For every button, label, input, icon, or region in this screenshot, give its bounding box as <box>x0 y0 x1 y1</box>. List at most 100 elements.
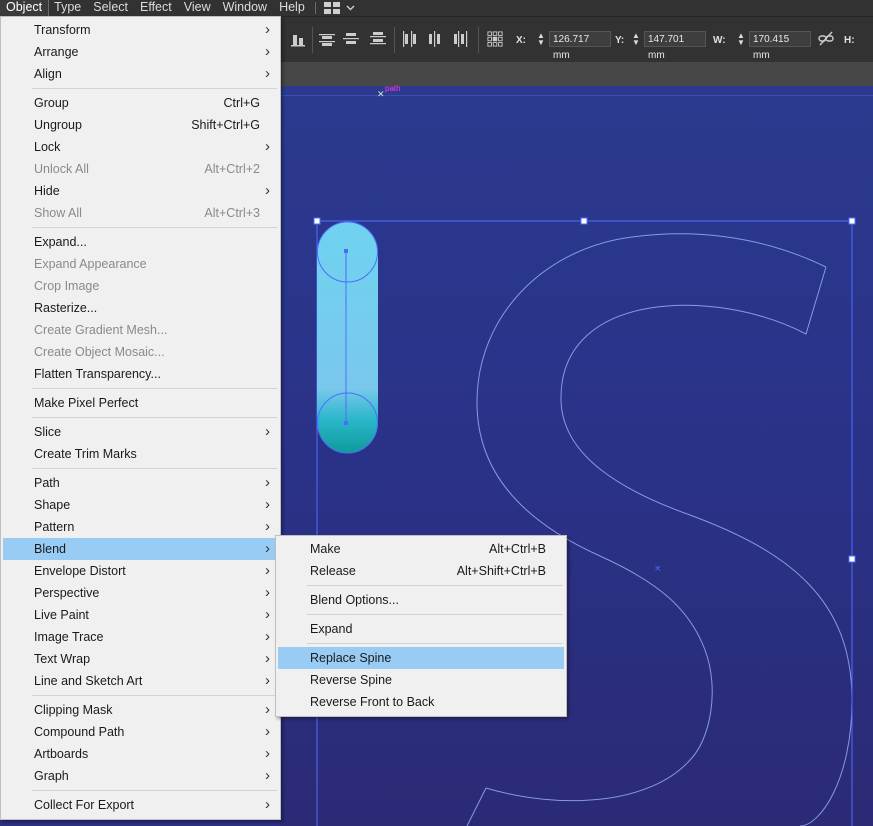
menu-item-label: Create Gradient Mesh... <box>34 323 168 337</box>
menu-item-label: Clipping Mask <box>34 703 113 717</box>
menu-item-label: Transform <box>34 23 91 37</box>
menu-item-label: Shape <box>34 498 71 512</box>
menu-divider <box>32 88 277 89</box>
menu-item-artboards[interactable]: Artboards › <box>3 743 278 765</box>
menu-item-label: Make Pixel Perfect <box>34 396 139 410</box>
menu-item-label: Flatten Transparency... <box>34 367 161 381</box>
menu-divider <box>32 790 277 791</box>
menu-item-hide[interactable]: Hide › <box>3 180 278 202</box>
menu-item-shortcut: Alt+Ctrl+B <box>489 542 546 556</box>
menu-item-label: Hide <box>34 184 60 198</box>
menu-item-group[interactable]: Group Ctrl+G <box>3 92 278 114</box>
chevron-right-icon: › <box>265 518 270 535</box>
menu-divider <box>32 227 277 228</box>
blend-item-release[interactable]: Release Alt+Shift+Ctrl+B <box>278 560 564 582</box>
menu-item-arrange[interactable]: Arrange › <box>3 41 278 63</box>
menu-item-clipping-mask[interactable]: Clipping Mask › <box>3 699 278 721</box>
menu-item-shortcut: Ctrl+G <box>223 96 260 110</box>
chevron-right-icon: › <box>265 21 270 38</box>
menu-item-label: Expand Appearance <box>34 257 147 271</box>
menu-item-label: Envelope Distort <box>34 564 126 578</box>
blend-item-make[interactable]: Make Alt+Ctrl+B <box>278 538 564 560</box>
menu-item-label: Rasterize... <box>34 301 98 315</box>
menu-item-compound-path[interactable]: Compound Path › <box>3 721 278 743</box>
blend-object[interactable] <box>317 222 378 453</box>
menu-item-label: Crop Image <box>34 279 100 293</box>
menu-item-label: Path <box>34 476 60 490</box>
blend-item-blend-options[interactable]: Blend Options... <box>278 589 564 611</box>
menu-divider <box>307 643 563 644</box>
menu-item-create-object-mosaic: Create Object Mosaic... <box>3 341 278 363</box>
menu-item-label: Blend <box>34 542 66 556</box>
menu-item-make-pixel-perfect[interactable]: Make Pixel Perfect <box>3 392 278 414</box>
menu-item-ungroup[interactable]: Ungroup Shift+Ctrl+G <box>3 114 278 136</box>
bbox-handle-top-left[interactable] <box>313 217 321 225</box>
menu-item-label: Compound Path <box>34 725 125 739</box>
bbox-handle-middle-right[interactable] <box>848 555 856 563</box>
blend-item-reverse-spine[interactable]: Reverse Spine <box>278 669 564 691</box>
menu-divider <box>32 468 277 469</box>
menu-item-label: Blend Options... <box>310 593 399 607</box>
menu-item-text-wrap[interactable]: Text Wrap › <box>3 648 278 670</box>
menu-item-label: Group <box>34 96 69 110</box>
menu-divider <box>32 695 277 696</box>
blend-submenu: Make Alt+Ctrl+B Release Alt+Shift+Ctrl+B Ble… <box>275 535 567 717</box>
menu-item-shortcut: Alt+Ctrl+2 <box>204 162 260 176</box>
menu-item-label: Graph <box>34 769 69 783</box>
menu-item-pattern[interactable]: Pattern › <box>3 516 278 538</box>
menu-item-label: Release <box>310 564 356 578</box>
menu-item-expand[interactable]: Expand... <box>3 231 278 253</box>
chevron-right-icon: › <box>265 650 270 667</box>
chevron-right-icon: › <box>265 606 270 623</box>
blend-item-reverse-front-to-back[interactable]: Reverse Front to Back <box>278 691 564 713</box>
chevron-right-icon: › <box>265 540 270 557</box>
menu-item-live-paint[interactable]: Live Paint › <box>3 604 278 626</box>
menu-item-transform[interactable]: Transform › <box>3 19 278 41</box>
blend-item-expand[interactable]: Expand <box>278 618 564 640</box>
chevron-right-icon: › <box>265 796 270 813</box>
bbox-handle-top-right[interactable] <box>848 217 856 225</box>
spine-anchor-bottom[interactable] <box>344 421 348 425</box>
menu-item-label: Artboards <box>34 747 89 761</box>
menu-item-label: Arrange <box>34 45 79 59</box>
menu-item-show-all: Show All Alt+Ctrl+3 <box>3 202 278 224</box>
menu-item-perspective[interactable]: Perspective › <box>3 582 278 604</box>
menu-item-rasterize[interactable]: Rasterize... <box>3 297 278 319</box>
bbox-handle-top-center[interactable] <box>580 217 588 225</box>
chevron-right-icon: › <box>265 584 270 601</box>
center-point-icon: × <box>654 564 662 574</box>
menu-item-label: Make <box>310 542 341 556</box>
menu-item-graph[interactable]: Graph › <box>3 765 278 787</box>
menu-item-label: Text Wrap <box>34 652 91 666</box>
menu-item-collect-for-export[interactable]: Collect For Export › <box>3 794 278 816</box>
menu-item-crop-image: Crop Image <box>3 275 278 297</box>
menu-divider <box>307 585 563 586</box>
menu-item-line-and-sketch-art[interactable]: Line and Sketch Art › <box>3 670 278 692</box>
menu-item-envelope-distort[interactable]: Envelope Distort › <box>3 560 278 582</box>
letter-s-outline[interactable] <box>466 233 853 826</box>
menu-item-path[interactable]: Path › <box>3 472 278 494</box>
menu-item-blend[interactable]: Blend › <box>3 538 278 560</box>
menu-item-label: Live Paint <box>34 608 89 622</box>
menu-item-lock[interactable]: Lock › <box>3 136 278 158</box>
chevron-right-icon: › <box>265 562 270 579</box>
menu-item-align[interactable]: Align › <box>3 63 278 85</box>
chevron-right-icon: › <box>265 138 270 155</box>
menu-item-label: Perspective <box>34 586 100 600</box>
menu-item-slice[interactable]: Slice › <box>3 421 278 443</box>
chevron-right-icon: › <box>265 43 270 60</box>
chevron-right-icon: › <box>265 745 270 762</box>
menu-item-create-trim-marks[interactable]: Create Trim Marks <box>3 443 278 465</box>
menu-item-label: Pattern <box>34 520 75 534</box>
menu-item-flatten-transparency[interactable]: Flatten Transparency... <box>3 363 278 385</box>
menu-item-unlock-all: Unlock All Alt+Ctrl+2 <box>3 158 278 180</box>
menu-item-shortcut: Alt+Ctrl+3 <box>204 206 260 220</box>
blend-item-replace-spine[interactable]: Replace Spine <box>278 647 564 669</box>
menu-item-image-trace[interactable]: Image Trace › <box>3 626 278 648</box>
spine-anchor-top[interactable] <box>344 249 348 253</box>
menu-item-label: Replace Spine <box>310 651 392 665</box>
menu-item-create-gradient-mesh: Create Gradient Mesh... <box>3 319 278 341</box>
menu-item-shape[interactable]: Shape › <box>3 494 278 516</box>
menu-item-shortcut: Alt+Shift+Ctrl+B <box>456 564 546 578</box>
menu-item-label: Line and Sketch Art <box>34 674 143 688</box>
